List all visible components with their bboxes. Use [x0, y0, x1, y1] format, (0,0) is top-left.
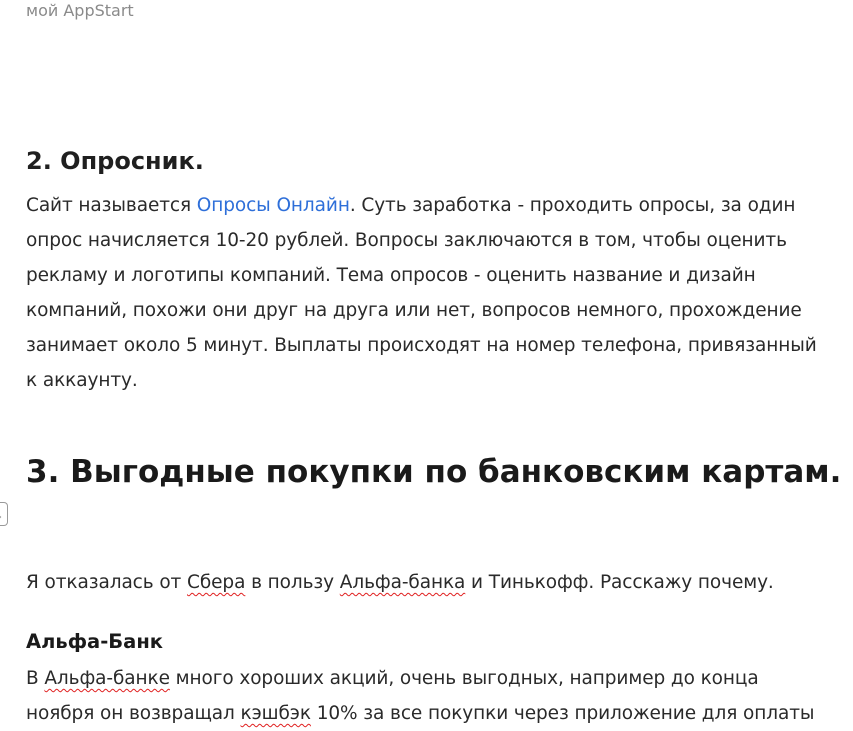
text-run: ноября он возвращал: [26, 703, 241, 724]
section-2-heading: 2. Опросник.: [26, 147, 204, 175]
paragraph-line: Я отказалась от Сбера в пользу Альфа-бан…: [26, 565, 774, 600]
surveys-online-link[interactable]: Опросы Онлайн: [197, 195, 350, 216]
text-run: 10% за все покупки через приложение для …: [310, 703, 815, 724]
block-handle-icon[interactable]: [0, 502, 8, 526]
paragraph-line: компаний, похожи они друг на друга или н…: [26, 300, 802, 321]
text-run: . Суть заработка - проходить опросы, за …: [349, 195, 796, 216]
spellcheck-word: Альфа-банка: [339, 572, 466, 593]
spellcheck-word: кэшбэк: [240, 703, 312, 724]
paragraph-line: В Альфа-банке много хороших акций, очень…: [26, 661, 814, 696]
text-run: и Тинькофф. Расскажу почему.: [465, 572, 774, 593]
text-run: Сайт называется: [26, 195, 197, 216]
text-run: в пользу: [245, 572, 340, 593]
section-3-intro: Я отказалась от Сбера в пользу Альфа-бан…: [26, 565, 774, 600]
top-text-fragment: мой AppStart: [26, 1, 134, 20]
text-run: много хороших акций, очень выгодных, нап…: [169, 668, 759, 689]
text-run: В: [26, 668, 45, 689]
section-3-heading: 3. Выгодные покупки по банковским картам…: [26, 454, 842, 490]
section-2-paragraph: Сайт называется Опросы Онлайн. Суть зара…: [26, 188, 831, 398]
paragraph-line: занимает около 5 минут. Выплаты происход…: [26, 335, 817, 356]
paragraph-line: к аккаунту.: [26, 370, 138, 391]
alfa-bank-heading: Альфа-Банк: [26, 630, 164, 653]
paragraph-line: рекламу и логотипы компаний. Тема опросо…: [26, 265, 756, 286]
spellcheck-word: Сбера: [187, 572, 246, 593]
text-run: Я отказалась от: [26, 572, 188, 593]
spellcheck-word: Альфа-банке: [44, 668, 170, 689]
paragraph-line: Сайт называется Опросы Онлайн. Суть зара…: [26, 188, 831, 223]
paragraph-line: ноября он возвращал кэшбэк 10% за все по…: [26, 696, 814, 731]
alfa-bank-paragraph: В Альфа-банке много хороших акций, очень…: [26, 661, 814, 731]
paragraph-line: опрос начисляется 10-20 рублей. Вопросы …: [26, 230, 787, 251]
